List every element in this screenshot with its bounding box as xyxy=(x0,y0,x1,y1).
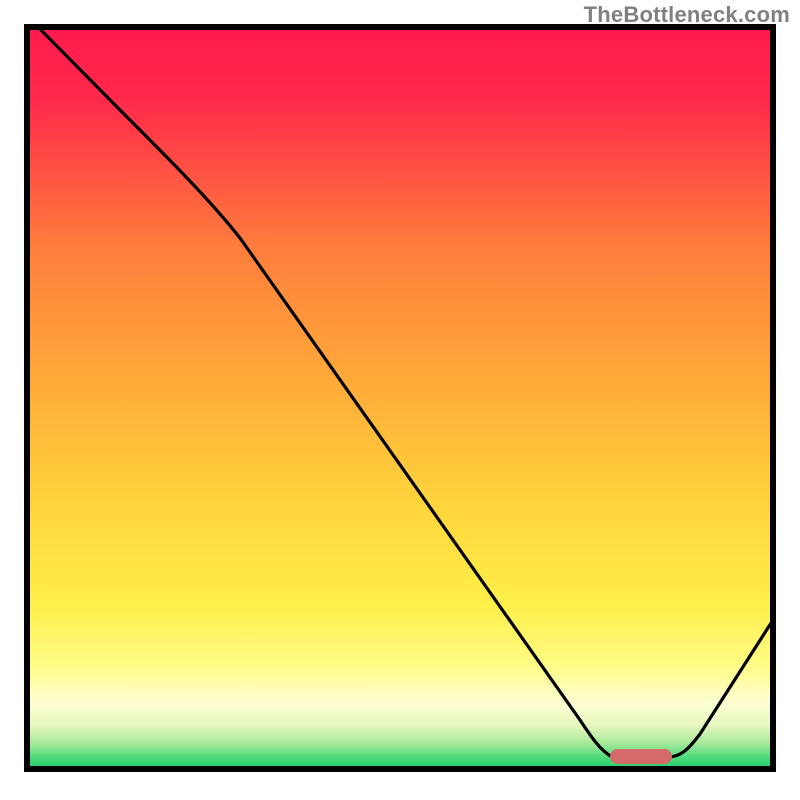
optimal-marker xyxy=(610,749,672,764)
gradient-background xyxy=(27,27,773,769)
chart-container: TheBottleneck.com xyxy=(0,0,800,800)
bottleneck-chart xyxy=(0,0,800,800)
watermark-text: TheBottleneck.com xyxy=(584,2,790,28)
plot-area xyxy=(27,27,773,769)
